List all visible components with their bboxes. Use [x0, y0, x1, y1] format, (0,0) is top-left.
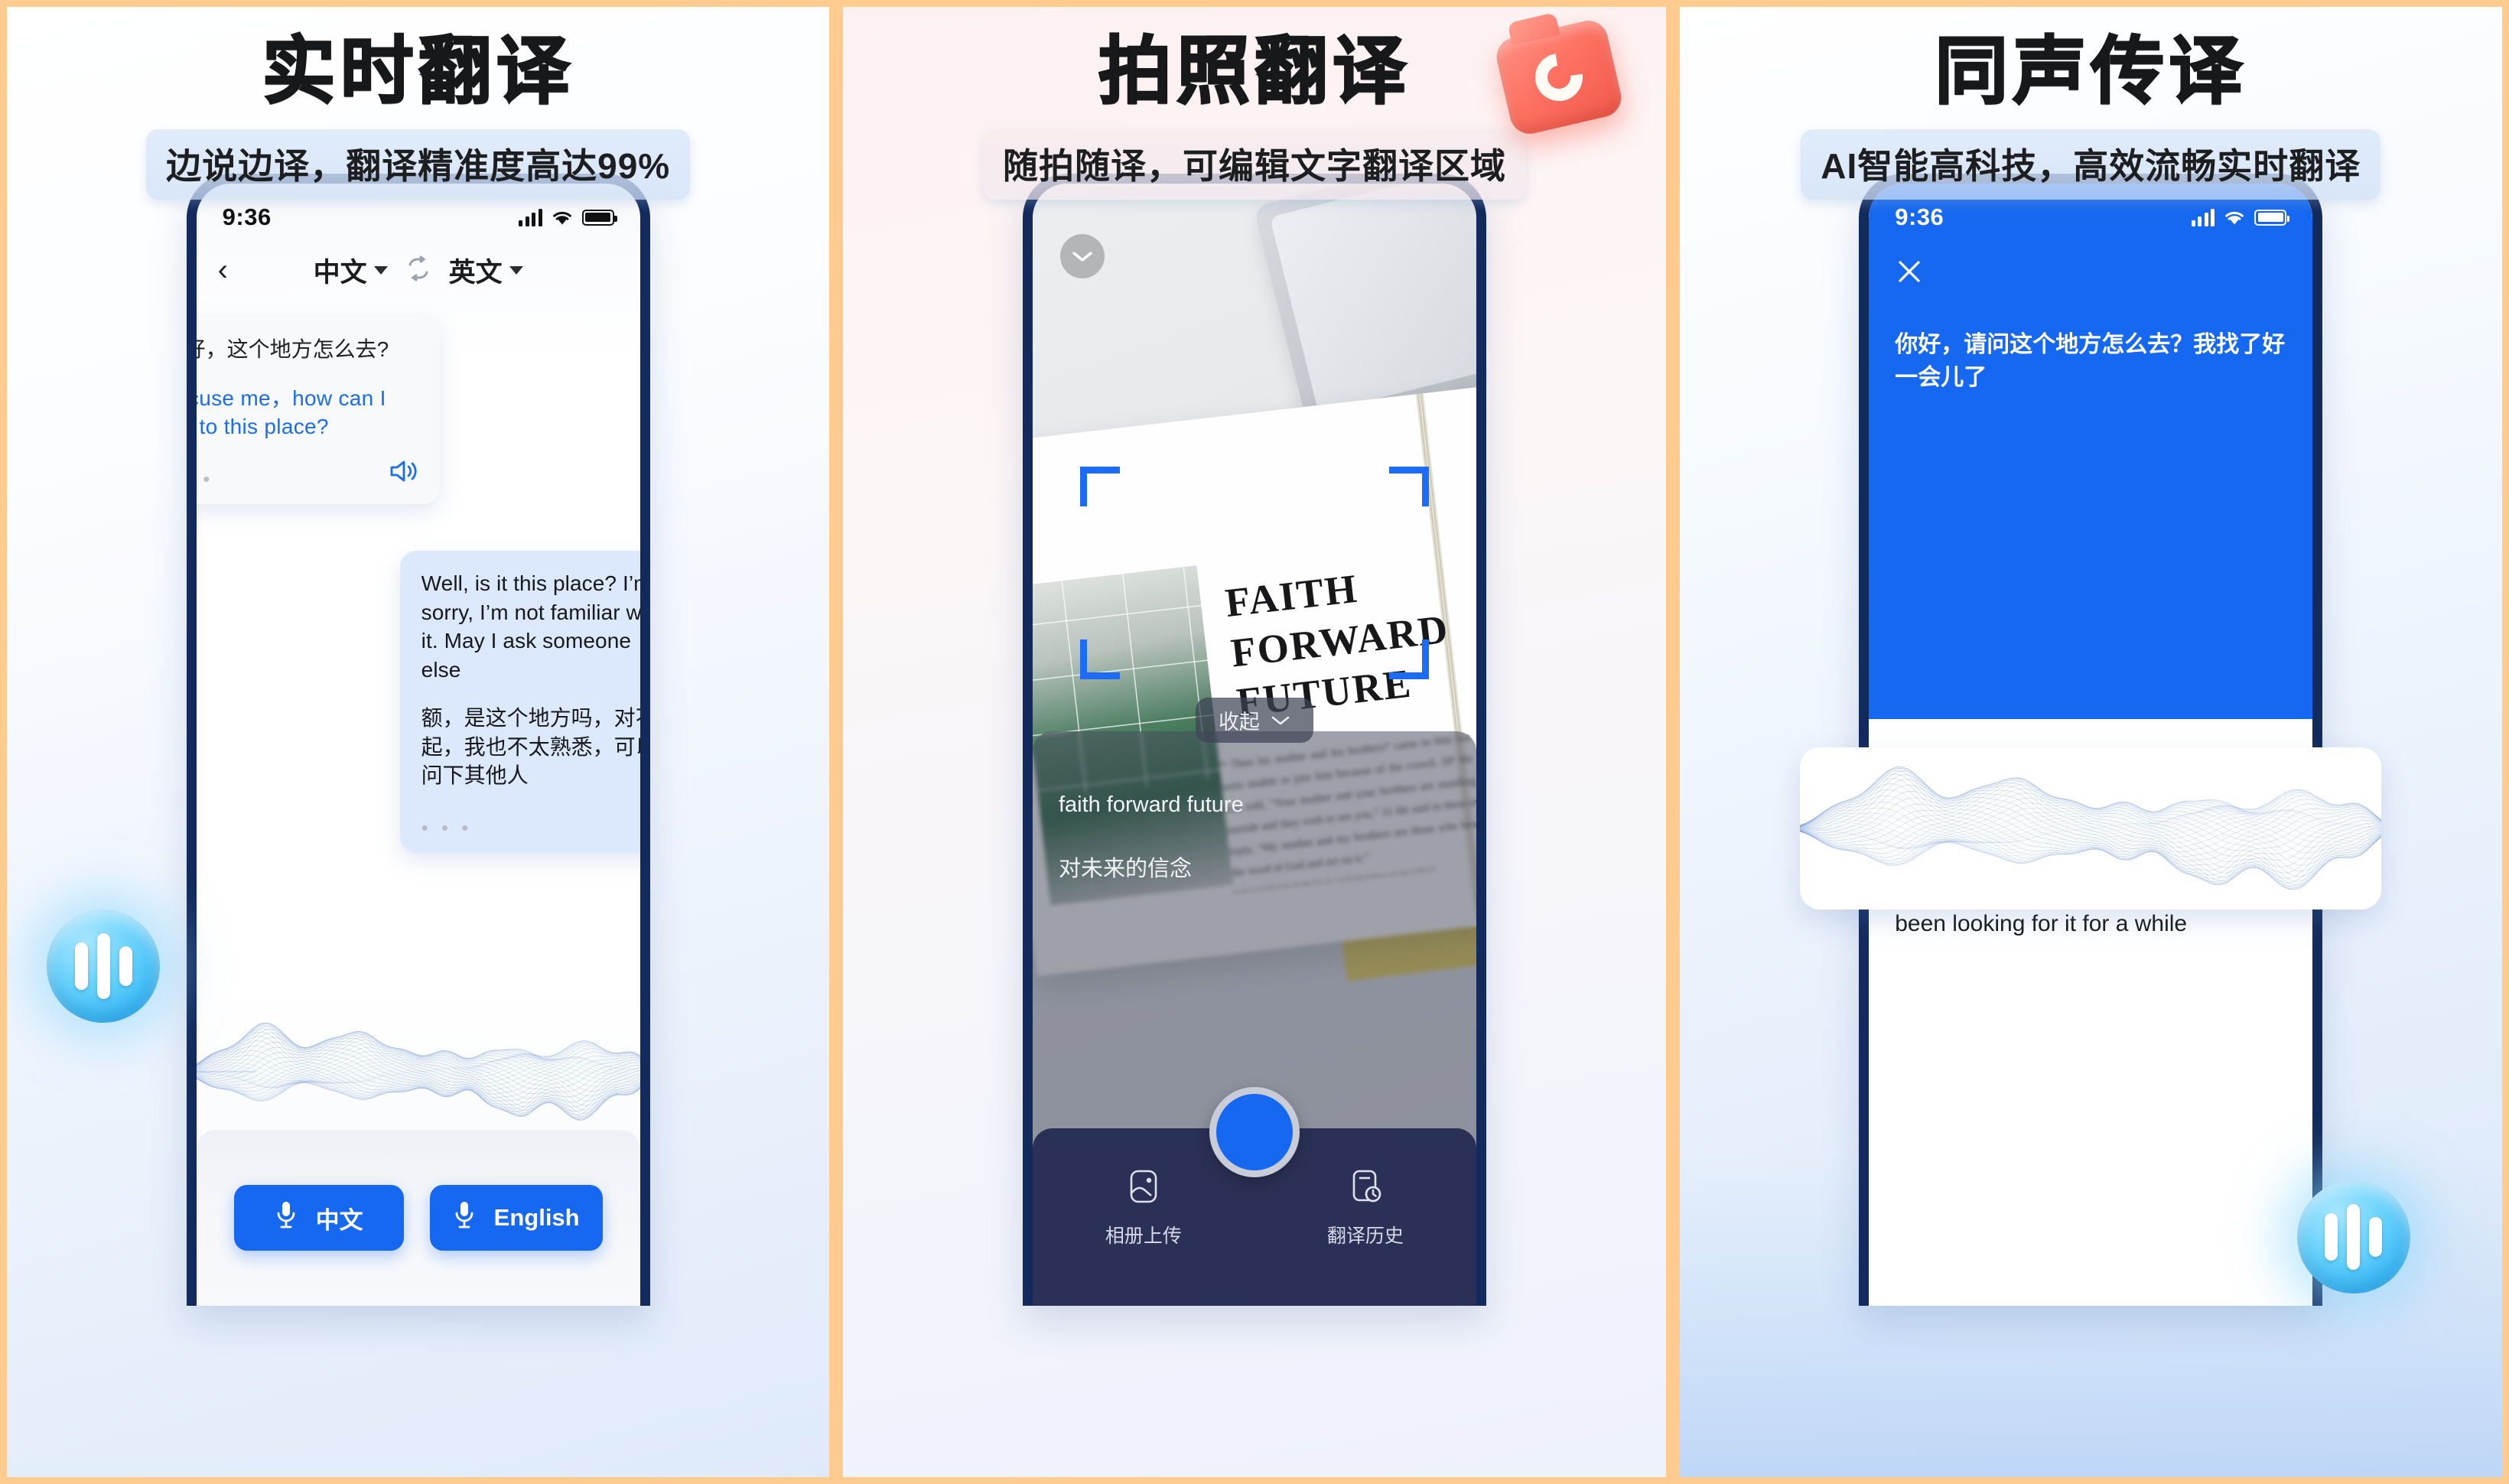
- chevron-down-icon: [373, 265, 388, 275]
- tab-label: 翻译历史: [1326, 1225, 1404, 1247]
- camera-tab-bar: 相册上传 翻译历史: [1032, 1087, 1476, 1306]
- battery-icon: [2254, 209, 2290, 226]
- audio-waveform-icon: [196, 1007, 640, 1136]
- status-time: 9:36: [1895, 203, 1944, 230]
- panel2-subtitle: 随拍随译，可编辑文字翻译区域: [982, 129, 1526, 200]
- transcript-chinese: 你好，请问这个地方怎么去？我找了好一会儿了: [1895, 332, 2286, 390]
- mic-button-label: English: [493, 1204, 580, 1231]
- more-options-icon[interactable]: • • •: [421, 818, 473, 838]
- message-source-text: Well, is it this place? I’m sorry, I’m n…: [421, 571, 640, 682]
- scan-corner-top-left-icon: [1079, 467, 1120, 506]
- album-upload-icon: [1127, 1168, 1160, 1210]
- panel3-subtitle: AI智能高科技，高效流畅实时翻译: [1801, 129, 2381, 200]
- result-translated-text: 对未来的信念: [1058, 857, 1192, 881]
- shutter-button[interactable]: [1209, 1087, 1300, 1177]
- target-language-label: 英文: [448, 257, 503, 288]
- panel1-heading-block: 实时翻译 边说边译，翻译精准度高达99%: [7, 31, 829, 200]
- wifi-icon: [2223, 209, 2246, 226]
- audio-waveform-icon: [1800, 766, 2382, 890]
- scan-corner-bottom-right-icon: [1388, 639, 1429, 679]
- chevron-down-icon[interactable]: [1059, 234, 1105, 278]
- status-icons: [519, 208, 617, 226]
- scan-corner-top-right-icon: [1388, 467, 1429, 506]
- waveform-card: [1800, 747, 2382, 910]
- wifi-icon: [551, 209, 574, 226]
- panel1-title: 实时翻译: [261, 31, 574, 112]
- tab-album-upload[interactable]: 相册上传: [1079, 1168, 1209, 1248]
- scan-corner-bottom-left-icon: [1079, 639, 1120, 679]
- signal-icon: [519, 208, 542, 226]
- message-footer: • • •: [197, 458, 418, 489]
- interpretation-header-panel: 9:36 你好，请问这个地方怎么去？我找了好一会儿了: [1869, 184, 2313, 719]
- mic-button-label: 中文: [315, 1206, 363, 1234]
- message-bubble-outgoing[interactable]: Well, is it this place? I’m sorry, I’m n…: [399, 551, 640, 854]
- panel1-screen: 9:36 ‹ 中文 英文 ，这个地方怎么去? use me，how can I …: [196, 184, 640, 1306]
- panel2-phone-frame: (…) this ress FAITH FORWARD FUTURE ¹⁹ Th…: [1022, 174, 1486, 1306]
- speaker-icon[interactable]: [388, 458, 418, 489]
- panel2-screen: (…) this ress FAITH FORWARD FUTURE ¹⁹ Th…: [1032, 184, 1476, 1306]
- panel-live-translation: 实时翻译 边说边译，翻译精准度高达99% 9:36 ‹ 中文 英文 ，这个地方怎…: [0, 0, 837, 1484]
- message-bubble-incoming[interactable]: 你好，这个地方怎么去? Excuse me，how can I get to t…: [196, 317, 440, 504]
- battery-icon: [581, 209, 617, 226]
- source-language-select[interactable]: 中文: [314, 251, 388, 290]
- source-language-label: 中文: [313, 257, 367, 288]
- message-translated-text: 额，是这个地方吗，对不起，我也不太熟悉，可以问下其他人: [421, 706, 640, 788]
- target-language-select[interactable]: 英文: [449, 251, 523, 290]
- panel3-title: 同声传译: [1934, 31, 2247, 112]
- three-panel-promo: 实时翻译 边说边译，翻译精准度高达99% 9:36 ‹ 中文 英文 ，这个地方怎…: [0, 0, 2509, 1484]
- mic-button-chinese[interactable]: 中文: [233, 1185, 404, 1251]
- collapse-label: 收起: [1218, 711, 1260, 734]
- swap-languages-icon[interactable]: [403, 255, 434, 285]
- panel1-phone-frame: 9:36 ‹ 中文 英文 ，这个地方怎么去? use me，how can I …: [186, 174, 650, 1306]
- chevron-down-icon: [1271, 708, 1290, 732]
- voice-orb-icon[interactable]: [2296, 1180, 2410, 1294]
- result-source-text: faith forward future: [1058, 792, 1244, 817]
- more-options-icon[interactable]: • • •: [197, 469, 214, 489]
- panel-photo-translation: 拍照翻译 随拍随译，可编辑文字翻译区域 (…) this ress FAITH …: [836, 0, 1673, 1484]
- tab-translate-history[interactable]: 翻译历史: [1300, 1168, 1430, 1248]
- panel3-phone-frame: 9:36 你好，请问这个地方怎么去？我找了好一会儿了 been looking …: [1859, 174, 2323, 1306]
- tab-label: 相册上传: [1105, 1225, 1182, 1247]
- message-source-text: 你好，这个地方怎么去?: [197, 337, 389, 361]
- status-icons: [2191, 208, 2290, 226]
- close-icon[interactable]: [1895, 257, 1924, 290]
- voice-orb-icon[interactable]: [47, 910, 160, 1023]
- message-footer: • • •: [421, 807, 640, 838]
- microphone-icon: [453, 1199, 476, 1236]
- translate-history-icon: [1349, 1168, 1382, 1210]
- collapse-button[interactable]: 收起: [1195, 698, 1313, 743]
- status-time: 9:36: [222, 203, 272, 230]
- language-selector: 中文 英文: [253, 251, 584, 290]
- panel3-heading-block: 同声传译 AI智能高科技，高效流畅实时翻译: [1680, 31, 2502, 200]
- chevron-down-icon: [509, 265, 523, 275]
- signal-icon: [2191, 208, 2215, 226]
- panel-simultaneous-interpretation: 同声传译 AI智能高科技，高效流畅实时翻译 9:36 你好，请问这个地方怎么去？…: [1672, 0, 2509, 1484]
- panel3-screen: 9:36 你好，请问这个地方怎么去？我找了好一会儿了 been looking …: [1869, 184, 2313, 1306]
- panel1-subtitle: 边说边译，翻译精准度高达99%: [146, 129, 691, 200]
- speaker-icon[interactable]: [639, 807, 640, 838]
- chevron-left-icon[interactable]: ‹: [218, 255, 253, 285]
- conversation-list: 你好，这个地方怎么去? Excuse me，how can I get to t…: [196, 306, 640, 1119]
- mic-button-english[interactable]: English: [429, 1185, 603, 1251]
- microphone-icon: [275, 1199, 298, 1236]
- translation-navbar: ‹ 中文 英文: [197, 240, 640, 300]
- message-translated-text: Excuse me，how can I get to this place?: [197, 386, 386, 439]
- mic-button-bar: 中文 English: [196, 1130, 640, 1306]
